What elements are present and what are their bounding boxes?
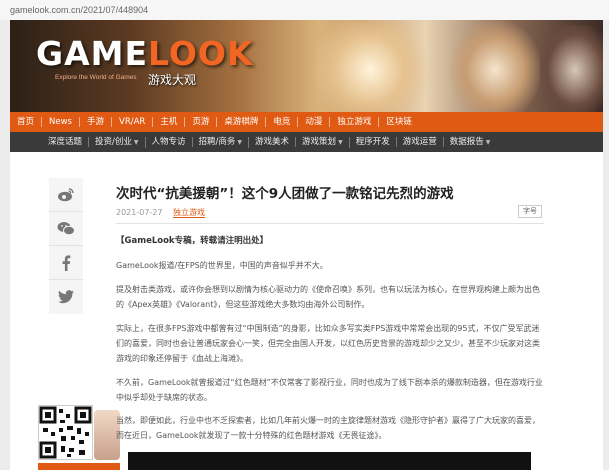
subnav-label: 招聘/商务: [198, 136, 236, 147]
nav-item[interactable]: 页游: [185, 117, 218, 127]
wechat-icon: [57, 222, 75, 236]
subnav-item[interactable]: 游戏运营: [397, 137, 444, 147]
subnav-item[interactable]: 数据报告 ▼: [444, 137, 497, 148]
banner-art: [540, 25, 603, 112]
share-bar: [49, 178, 83, 314]
subnav-label: 深度话题: [48, 137, 83, 147]
subnav-item[interactable]: 游戏策划 ▼: [296, 136, 350, 148]
nav-item[interactable]: 区块链: [379, 117, 419, 127]
nav-item[interactable]: 独立游戏: [330, 117, 380, 127]
subnav-label: 游戏运营: [402, 137, 437, 147]
article-category-link[interactable]: 独立游戏: [173, 208, 206, 218]
subnav-item[interactable]: 人物专访: [146, 137, 193, 147]
subnav-label: 游戏策划: [302, 136, 337, 147]
site-cn-name: 游戏大观: [148, 73, 197, 87]
article-paragraph: 不久前，GameLook就曾报道过“红色题材”不仅常客了影视行业，同时也成为了线…: [116, 378, 543, 402]
secondary-nav: 深度话题 投资/创业 ▼ 人物专访 招聘/商务 ▼ 游戏美术 游戏策划 ▼ 程序开发 游戏运营 数据报…: [10, 132, 603, 152]
banner-art: [310, 20, 430, 112]
logo-look: LOOK: [148, 34, 254, 73]
nav-item[interactable]: 电竞: [266, 117, 299, 127]
subnav-item[interactable]: 投资/创业 ▼: [89, 136, 146, 148]
twitter-share-button[interactable]: [49, 280, 83, 314]
subnav-item[interactable]: 游戏美术: [249, 137, 297, 147]
chevron-down-icon: ▼: [237, 138, 243, 146]
logo-game: GAME: [36, 34, 149, 73]
divider: [116, 223, 544, 224]
article-paragraph: 提及射击类游戏，或许你会想到以剧情为核心驱动力的《使命召唤》系列，也有以玩法为核…: [116, 285, 540, 309]
url-bar[interactable]: gamelook.com.cn/2021/07/448904: [0, 0, 609, 20]
article-paragraph: 当然，即便如此，行业中也不乏探索者，比如几年前火爆一时的主旋律题材游戏《隐形守护…: [116, 416, 540, 440]
chevron-down-icon: ▼: [485, 138, 491, 146]
subnav-label: 投资/创业: [95, 136, 132, 147]
nav-item[interactable]: VR/AR: [112, 117, 154, 127]
font-size-button[interactable]: 字号: [518, 205, 542, 218]
nav-item[interactable]: News: [42, 117, 80, 127]
site-logo[interactable]: GAMELOOK: [36, 34, 254, 73]
nav-item[interactable]: 主机: [153, 117, 186, 127]
wechat-share-button[interactable]: [49, 212, 83, 246]
nav-item[interactable]: 手游: [80, 117, 112, 127]
qr-code-icon: [39, 406, 92, 459]
chevron-down-icon: ▼: [338, 138, 343, 146]
nav-item[interactable]: 桌游棋牌: [217, 117, 267, 127]
article-paragraph: 实际上，在很多FPS游戏中都曾有过“中国制造”的身影，比如众多写实类FPS游戏中…: [116, 324, 540, 363]
facebook-icon: [62, 254, 71, 271]
weibo-share-button[interactable]: [49, 178, 83, 212]
subnav-label: 程序开发: [355, 137, 390, 147]
article-meta: 2021-07-27 独立游戏: [116, 207, 206, 218]
subnav-item[interactable]: 程序开发: [350, 137, 397, 147]
banner-art: [450, 20, 540, 112]
site-tagline: Explore the World of Games: [55, 74, 137, 81]
chevron-down-icon: ▼: [133, 138, 139, 146]
primary-nav: 首页 News 手游 VR/AR 主机 页游 桌游棋牌 电竞 动漫 独立游戏 区块链: [10, 112, 603, 132]
embedded-video[interactable]: [128, 452, 531, 470]
nav-item[interactable]: 首页: [10, 117, 43, 127]
article-paragraph: GameLook报道/在FPS的世界里，中国的声音似乎并不大。: [116, 261, 328, 270]
facebook-share-button[interactable]: [49, 246, 83, 280]
qr-caption-bar: [38, 463, 120, 470]
subnav-item[interactable]: 深度话题: [42, 137, 90, 147]
subnav-label: 游戏美术: [255, 137, 290, 147]
qr-code: [38, 405, 93, 460]
article-date: 2021-07-27: [116, 208, 163, 217]
subnav-label: 数据报告: [449, 136, 484, 147]
nav-item[interactable]: 动漫: [298, 117, 331, 127]
subnav-item[interactable]: 招聘/商务 ▼: [193, 136, 250, 148]
weibo-icon: [58, 188, 74, 202]
twitter-icon: [58, 290, 74, 304]
copyright-notice: 【GameLook专稿，转载请注明出处】: [116, 236, 269, 246]
article-title: 次时代“抗美援朝”！这个9人团做了一款铭记先烈的游戏: [116, 186, 454, 202]
subnav-label: 人物专访: [151, 137, 186, 147]
